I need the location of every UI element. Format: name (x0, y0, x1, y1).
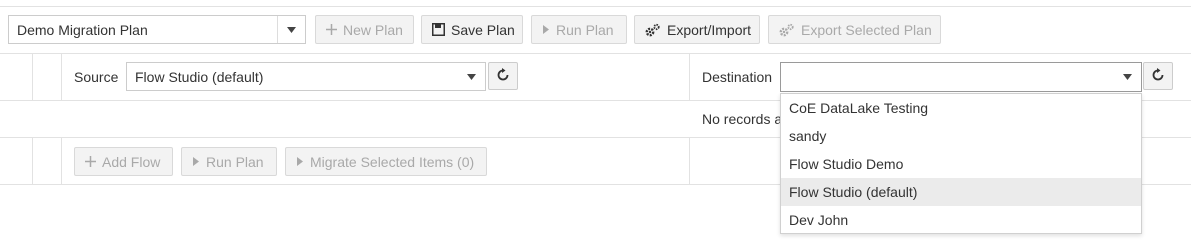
refresh-icon (1151, 67, 1165, 85)
dropdown-option-highlighted[interactable]: Flow Studio (default) (781, 178, 1141, 206)
destination-refresh-button[interactable] (1143, 62, 1173, 90)
gears-icon (779, 23, 795, 37)
migrate-selected-items-button[interactable]: Migrate Selected Items (0) (285, 147, 487, 176)
migrate-selected-items-label: Migrate Selected Items (0) (310, 153, 475, 170)
export-import-button[interactable]: Export/Import (634, 15, 760, 44)
export-selected-plan-button[interactable]: Export Selected Plan (768, 15, 941, 44)
source-refresh-button[interactable] (488, 62, 518, 90)
dropdown-option[interactable]: sandy (781, 122, 1141, 150)
refresh-icon (496, 67, 510, 85)
add-flow-button[interactable]: Add Flow (74, 147, 173, 176)
dropdown-option[interactable]: Flow Studio Demo (781, 150, 1141, 178)
play-icon (542, 25, 550, 34)
footer-run-plan-button[interactable]: Run Plan (181, 147, 277, 176)
save-icon (432, 23, 445, 36)
destination-dropdown-list: CoE DataLake Testing sandy Flow Studio D… (780, 93, 1142, 234)
export-import-label: Export/Import (667, 21, 752, 38)
chevron-down-icon[interactable] (277, 16, 305, 43)
plus-icon (85, 156, 96, 167)
toolbar-bottom-border (0, 53, 1191, 54)
plan-select-value: Demo Migration Plan (17, 21, 148, 38)
save-plan-label: Save Plan (451, 21, 515, 38)
grid-col-divider-1 (32, 53, 33, 101)
footer-col-divider-1 (32, 137, 33, 185)
grid-col-divider-3 (689, 53, 690, 101)
save-plan-button[interactable]: Save Plan (421, 15, 523, 44)
footer-run-plan-label: Run Plan (206, 153, 264, 170)
gears-icon (645, 23, 661, 37)
footer-col-divider-2 (61, 137, 62, 185)
export-selected-plan-label: Export Selected Plan (801, 21, 932, 38)
play-icon (296, 157, 304, 166)
play-icon (192, 157, 200, 166)
chevron-down-icon[interactable] (457, 63, 485, 90)
run-plan-button[interactable]: Run Plan (531, 15, 627, 44)
chevron-down-icon[interactable] (1113, 63, 1141, 91)
dropdown-option[interactable]: Dev John (781, 206, 1141, 234)
new-plan-label: New Plan (343, 21, 403, 38)
destination-select[interactable] (780, 62, 1142, 92)
destination-label: Destination (702, 69, 773, 85)
source-select-value: Flow Studio (default) (135, 68, 264, 85)
toolbar-top-border (0, 6, 1191, 7)
run-plan-label: Run Plan (556, 21, 614, 38)
new-plan-button[interactable]: New Plan (315, 15, 414, 44)
dropdown-option[interactable]: CoE DataLake Testing (781, 94, 1141, 122)
source-label: Source (74, 69, 119, 85)
add-flow-label: Add Flow (102, 153, 161, 170)
plan-select[interactable]: Demo Migration Plan (8, 15, 306, 44)
source-select[interactable]: Flow Studio (default) (126, 62, 486, 91)
empty-records-message: No records a (702, 111, 783, 127)
plus-icon (326, 24, 337, 35)
grid-col-divider-2 (61, 53, 62, 101)
footer-col-divider-3 (689, 137, 690, 185)
